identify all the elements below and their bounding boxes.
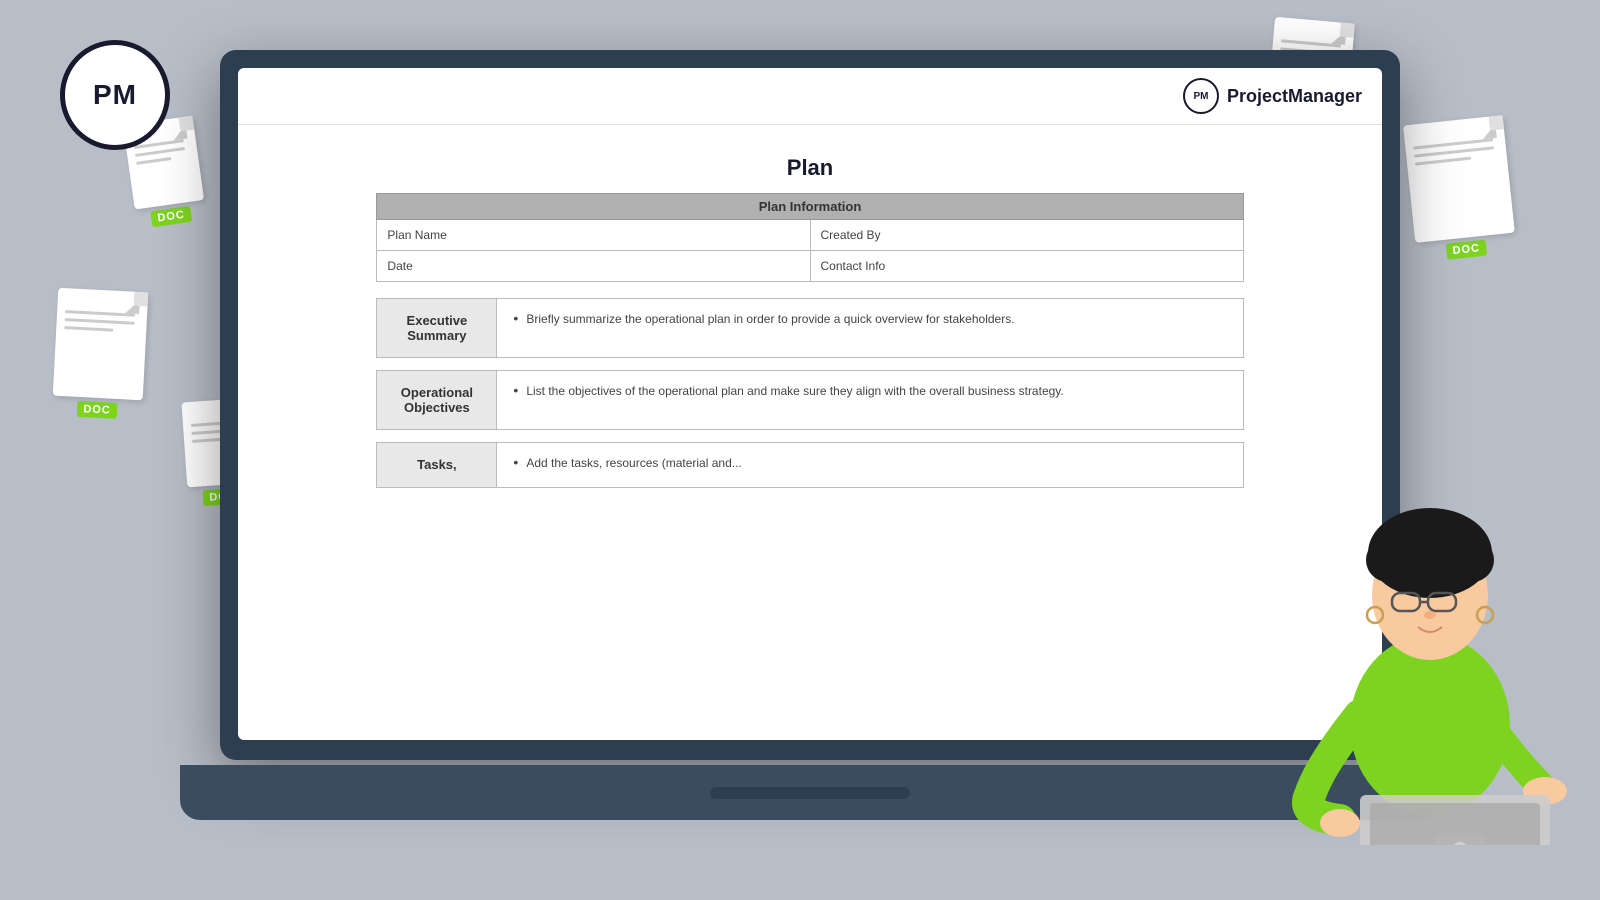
laptop-body: PM ProjectManager Plan Plan Information … bbox=[220, 50, 1400, 760]
executive-summary-label: ExecutiveSummary bbox=[377, 299, 497, 357]
doc-badge-2: DOC bbox=[77, 401, 117, 419]
operational-objectives-content: List the objectives of the operational p… bbox=[497, 371, 1242, 429]
screen-pm-circle: PM bbox=[1183, 78, 1219, 114]
pm-logo: PM bbox=[60, 40, 170, 150]
tasks-content: Add the tasks, resources (material and..… bbox=[497, 443, 1242, 487]
laptop-base bbox=[180, 765, 1440, 820]
plan-title: Plan bbox=[268, 155, 1352, 181]
plan-info-table: Plan Information Plan Name Created By Da… bbox=[376, 193, 1243, 282]
doc-icon-2 bbox=[53, 288, 149, 401]
table-header: Plan Information bbox=[377, 194, 1243, 220]
table-row-2: Date Contact Info bbox=[377, 251, 1243, 282]
laptop-screen: PM ProjectManager Plan Plan Information … bbox=[238, 68, 1382, 740]
executive-summary-section: ExecutiveSummary Briefly summarize the o… bbox=[376, 298, 1243, 358]
doc-float-2: DOC bbox=[52, 288, 149, 421]
screen-pm-logo: PM ProjectManager bbox=[1183, 78, 1362, 114]
tasks-label: Tasks, bbox=[377, 443, 497, 487]
tasks-section: Tasks, Add the tasks, resources (materia… bbox=[376, 442, 1243, 488]
contact-info-label: Contact Info bbox=[810, 251, 1243, 282]
executive-summary-content: Briefly summarize the operational plan i… bbox=[497, 299, 1242, 357]
screen-pm-name: ProjectManager bbox=[1227, 86, 1362, 107]
doc-badge-5: DOC bbox=[1446, 240, 1487, 260]
tasks-text: Add the tasks, resources (material and..… bbox=[513, 453, 1226, 473]
doc-badge-1: DOC bbox=[151, 206, 192, 227]
date-label: Date bbox=[377, 251, 810, 282]
screen-header: PM ProjectManager bbox=[238, 68, 1382, 125]
executive-summary-text: Briefly summarize the operational plan i… bbox=[513, 309, 1226, 329]
screen-document: Plan Plan Information Plan Name Created … bbox=[238, 135, 1382, 740]
plan-name-label: Plan Name bbox=[377, 220, 810, 251]
laptop-hinge bbox=[710, 787, 910, 799]
doc-icon-5 bbox=[1403, 115, 1515, 243]
operational-objectives-text: List the objectives of the operational p… bbox=[513, 381, 1226, 401]
character-illustration bbox=[1280, 405, 1580, 845]
table-row-1: Plan Name Created By bbox=[377, 220, 1243, 251]
operational-objectives-label: OperationalObjectives bbox=[377, 371, 497, 429]
laptop: PM ProjectManager Plan Plan Information … bbox=[220, 50, 1400, 820]
operational-objectives-section: OperationalObjectives List the objective… bbox=[376, 370, 1243, 430]
created-by-label: Created By bbox=[810, 220, 1243, 251]
doc-float-5: DOC bbox=[1403, 115, 1517, 263]
